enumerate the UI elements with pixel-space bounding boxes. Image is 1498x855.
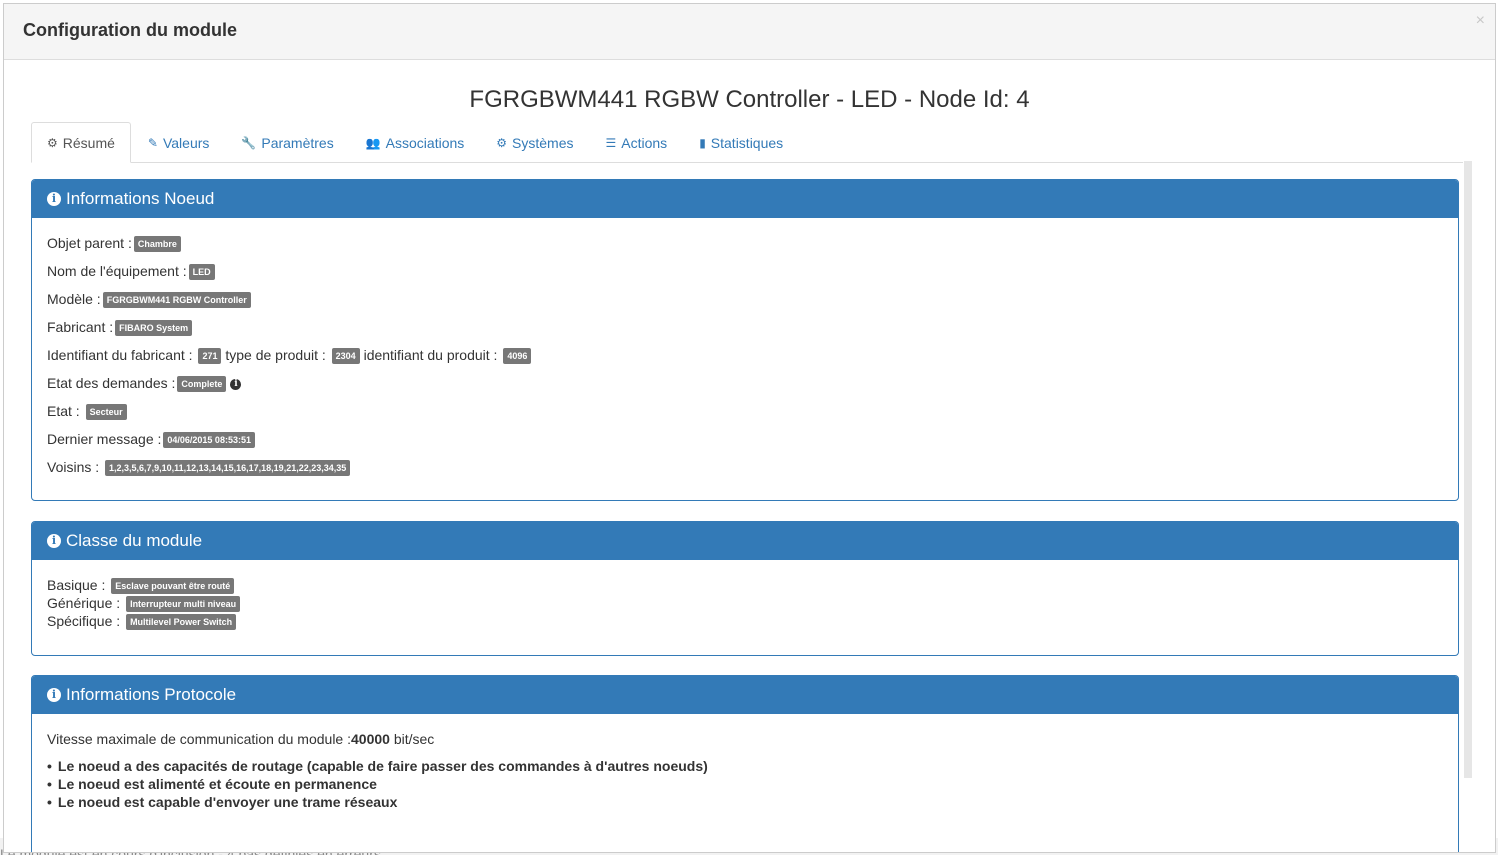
value-badge: Secteur <box>85 404 127 421</box>
panel-heading: i Informations Protocole <box>32 676 1458 714</box>
module-config-modal: Configuration du module × FGRGBWM441 RGB… <box>3 3 1496 853</box>
value-badge: Esclave pouvant être routé <box>111 578 235 595</box>
label: Dernier message : <box>47 431 162 447</box>
speed-value: 40000 <box>351 731 390 747</box>
list-item: Le noeud a des capacités de routage (cap… <box>47 757 708 775</box>
value-badge: 271 <box>198 348 222 365</box>
value-badge: 4096 <box>503 348 532 365</box>
tab-label: Valeurs <box>162 134 210 151</box>
info-icon[interactable]: i <box>230 378 242 390</box>
value-badge: FGRGBWM441 RGBW Controller <box>102 292 251 309</box>
sliders-icon: ☰ <box>605 135 617 150</box>
value-badge: 2304 <box>331 348 360 365</box>
tab-associations[interactable]: 👥 Associations <box>351 122 480 163</box>
label: Spécifique : <box>47 613 121 629</box>
speed-unit: bit/sec <box>389 731 435 747</box>
panel-title: Classe du module <box>66 531 203 550</box>
row-vitesse: Vitesse maximale de communication du mod… <box>47 731 434 747</box>
value-badge: 04/06/2015 08:53:51 <box>163 432 255 449</box>
label: Fabricant : <box>47 319 114 335</box>
tab-statistiques[interactable]: ▮ Statistiques <box>684 122 798 163</box>
list-item: Le noeud est capable d'envoyer une trame… <box>47 793 708 811</box>
label: Basique : <box>47 577 106 593</box>
bar-chart-icon: ▮ <box>699 135 706 150</box>
tab-label: Systèmes <box>512 134 574 151</box>
row-dernier-message: Dernier message :04/06/2015 08:53:51 <box>47 431 255 449</box>
value-badge: Multilevel Power Switch <box>126 614 237 631</box>
node-title: FGRGBWM441 RGBW Controller - LED - Node … <box>469 86 1030 113</box>
tab-valeurs[interactable]: ✎ Valeurs <box>133 122 225 163</box>
row-objet-parent: Objet parent : Chambre <box>47 235 181 253</box>
label: Etat des demandes : <box>47 375 176 391</box>
tab-parametres[interactable]: 🔧 Paramètres <box>226 122 348 163</box>
value-badge: Complete <box>177 376 227 393</box>
tab-resume[interactable]: ⚙ Résumé <box>31 122 131 163</box>
users-icon: 👥 <box>365 135 381 150</box>
value-badge: Chambre <box>133 236 181 253</box>
panel-protocole: i Informations Protocole Vitesse maximal… <box>31 675 1459 852</box>
label: Voisins : <box>47 459 100 475</box>
modal-title: Configuration du module <box>23 20 237 40</box>
panel-classe: i Classe du module Basique : Esclave pou… <box>31 521 1459 656</box>
row-modele: Modèle : FGRGBWM441 RGBW Controller <box>47 291 251 309</box>
tab-actions[interactable]: ☰ Actions <box>591 122 683 163</box>
tab-bar: ⚙ Résumé ✎ Valeurs 🔧 Paramètres 👥 Associations ⚙… <box>31 122 1463 163</box>
tab-label: Actions <box>621 134 668 151</box>
label: identifiant du produit : <box>363 347 498 363</box>
panel-heading: i Informations Noeud <box>32 180 1458 218</box>
cogs-icon: ⚙ <box>496 135 508 150</box>
label: Etat : <box>47 403 80 419</box>
label: Modèle : <box>47 291 101 307</box>
panel-title: Informations Noeud <box>66 189 215 208</box>
value-badge: FIBARO System <box>115 320 193 337</box>
capabilities-list: Le noeud a des capacités de routage (cap… <box>47 757 708 811</box>
label: Vitesse maximale de communication du mod… <box>47 731 352 747</box>
row-etat-demandes: Etat des demandes : Complete i <box>47 375 242 393</box>
list-item: Le noeud est alimenté et écoute en perma… <box>47 775 708 793</box>
panel-title: Informations Protocole <box>66 685 237 704</box>
panel-heading: i Classe du module <box>32 522 1458 560</box>
tab-label: Paramètres <box>261 134 334 151</box>
tab-systemes[interactable]: ⚙ Systèmes <box>481 122 588 163</box>
info-icon: i <box>47 534 61 548</box>
value-badge: 1,2,3,5,6,7,9,10,11,12,13,14,15,16,17,18… <box>105 460 351 477</box>
info-icon: i <box>47 192 61 206</box>
row-voisins: Voisins : 1,2,3,5,6,7,9,10,11,12,13,14,1… <box>47 459 351 477</box>
row-identifiants: Identifiant du fabricant : 271 type de p… <box>47 347 532 365</box>
value-badge: Interrupteur multi niveau <box>126 596 241 613</box>
modal-header: Configuration du module × <box>4 4 1495 60</box>
label: Nom de l'équipement : <box>47 263 187 279</box>
row-nom: Nom de l'équipement : LED <box>47 263 215 281</box>
close-button[interactable]: × <box>1476 12 1485 30</box>
label: type de produit : <box>225 347 326 363</box>
row-specifique: Spécifique : Multilevel Power Switch <box>47 613 237 631</box>
tab-label: Statistiques <box>710 134 784 151</box>
value-badge: LED <box>188 264 215 281</box>
tab-label: Résumé <box>62 134 115 151</box>
wrench-icon: 🔧 <box>241 135 257 150</box>
scrollbar[interactable] <box>1464 161 1472 778</box>
row-generique: Générique : Interrupteur multi niveau <box>47 595 241 613</box>
label: Générique : <box>47 595 121 611</box>
label: Objet parent : <box>47 235 132 251</box>
row-etat: Etat : Secteur <box>47 403 127 421</box>
label: Identifiant du fabricant : <box>47 347 193 363</box>
dashboard-icon: ⚙ <box>47 135 58 150</box>
tag-icon: ✎ <box>147 135 158 150</box>
panel-info-node: i Informations Noeud Objet parent : Chamb… <box>31 179 1459 501</box>
row-basique: Basique : Esclave pouvant être routé <box>47 577 235 595</box>
row-fabricant: Fabricant : FIBARO System <box>47 319 193 337</box>
tab-label: Associations <box>385 134 465 151</box>
info-icon: i <box>47 688 61 702</box>
